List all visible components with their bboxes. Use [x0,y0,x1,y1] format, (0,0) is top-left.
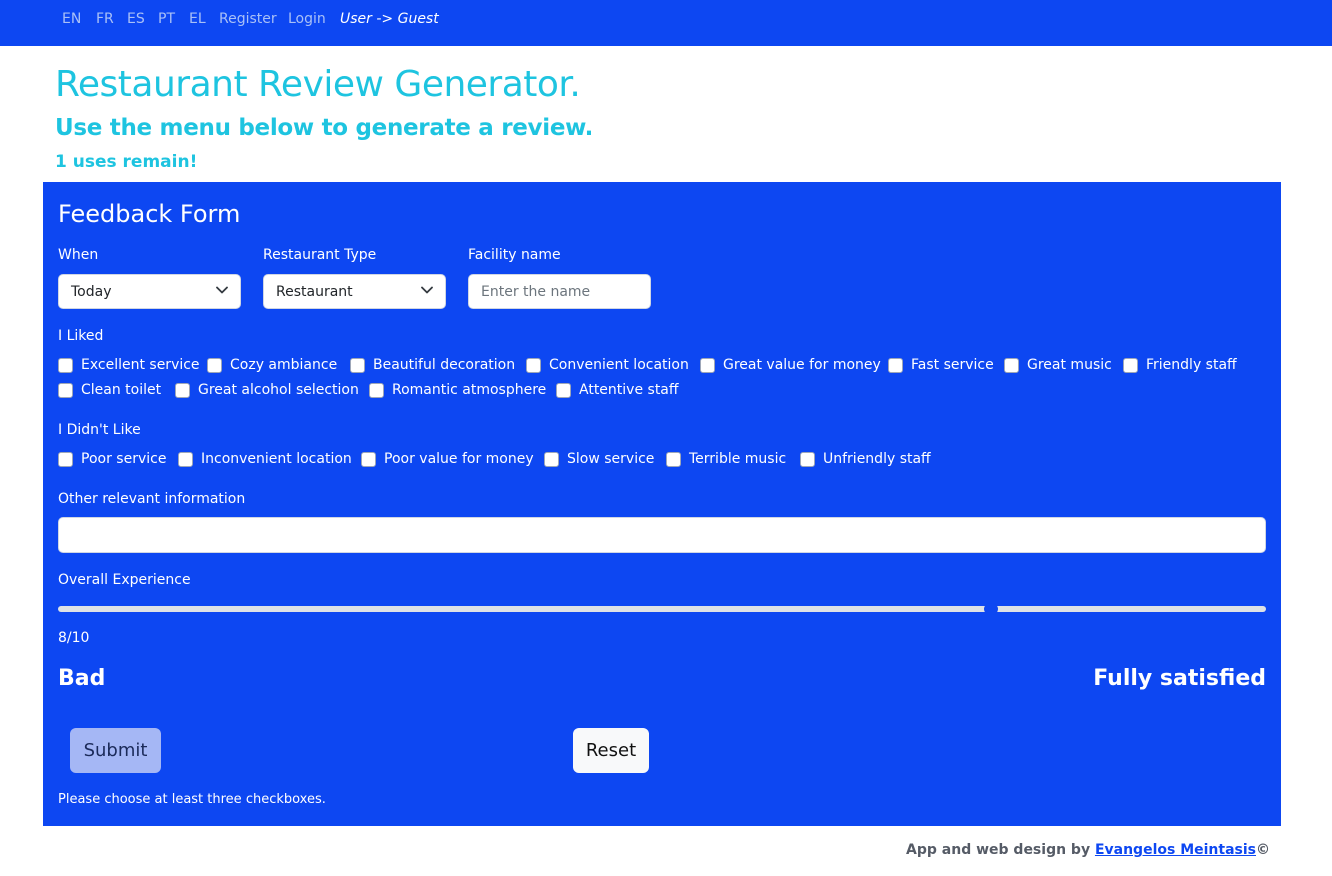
liked-checkbox[interactable]: Great music [1004,356,1112,374]
other-info-label: Other relevant information [58,491,246,507]
checkbox-box[interactable] [361,451,376,467]
overall-experience-label: Overall Experience [58,572,191,588]
restaurant-type-value: Restaurant [276,284,353,300]
liked-checkbox[interactable]: Friendly staff [1123,356,1237,374]
feedback-form: Feedback Form When Restaurant Type Facil… [43,182,1281,826]
nav-lang-en[interactable]: EN [62,11,81,27]
checkbox-label: Convenient location [549,357,689,373]
checkbox-label: Beautiful decoration [373,357,516,373]
nav-user-status: User -> Guest [340,11,439,27]
top-navbar: EN FR ES PT EL Register Login User -> Gu… [0,0,1332,46]
checkbox-box[interactable] [700,357,715,373]
experience-slider-thumb[interactable] [984,603,998,615]
checkbox-box[interactable] [207,357,222,373]
experience-slider-track[interactable] [58,606,1266,612]
form-title: Feedback Form [58,200,241,228]
checkbox-box[interactable] [544,451,559,467]
checkbox-box[interactable] [666,451,681,467]
disliked-checkbox[interactable]: Unfriendly staff [800,450,931,468]
checkbox-box[interactable] [58,357,73,373]
reset-button[interactable]: Reset [573,728,649,773]
checkbox-box[interactable] [350,357,365,373]
disliked-label: I Didn't Like [58,422,141,438]
liked-checkbox[interactable]: Beautiful decoration [350,356,515,374]
checkbox-label: Cozy ambiance [230,357,338,373]
scale-high-label: Fully satisfied [1093,666,1266,691]
uses-remaining: 1 uses remain! [55,152,198,172]
checkbox-box[interactable] [1004,357,1019,373]
facility-name-input[interactable] [468,274,651,309]
submit-button[interactable]: Submit [70,728,161,773]
nav-login-link[interactable]: Login [288,11,326,27]
checkbox-label: Great value for money [723,357,881,373]
restaurant-type-label: Restaurant Type [263,247,377,263]
author-link[interactable]: Evangelos Meintasis [1095,842,1256,858]
liked-checkbox[interactable]: Clean toilet [58,381,161,399]
liked-checkbox[interactable]: Excellent service [58,356,200,374]
disliked-checkbox[interactable]: Poor service [58,450,166,468]
nav-lang-pt[interactable]: PT [158,11,175,27]
chevron-down-icon [216,286,228,294]
checkbox-label: Poor value for money [384,451,534,467]
page-subtitle: Use the menu below to generate a review. [55,115,594,141]
liked-checkbox[interactable]: Great value for money [700,356,881,374]
checkbox-label: Excellent service [81,357,200,373]
chevron-down-icon [421,286,433,294]
footer-credit: App and web design by Evangelos Meintasi… [906,842,1270,858]
nav-lang-fr[interactable]: FR [96,11,114,27]
checkbox-label: Romantic atmosphere [392,382,547,398]
disliked-checkbox[interactable]: Poor value for money [361,450,534,468]
checkbox-box[interactable] [175,382,190,398]
checkbox-box[interactable] [888,357,903,373]
when-label: When [58,247,99,263]
checkbox-box[interactable] [369,382,384,398]
checkbox-label: Slow service [567,451,655,467]
disliked-checkbox[interactable]: Slow service [544,450,654,468]
liked-checkbox[interactable]: Cozy ambiance [207,356,337,374]
checkbox-label: Friendly staff [1146,357,1237,373]
disliked-checkbox[interactable]: Inconvenient location [178,450,352,468]
checkbox-box[interactable] [1123,357,1138,373]
checkbox-label: Poor service [81,451,167,467]
nav-lang-el[interactable]: EL [189,11,206,27]
checkbox-label: Inconvenient location [201,451,352,467]
footer-text: App and web design by [906,842,1095,858]
disliked-checkbox[interactable]: Terrible music [666,450,786,468]
checkbox-box[interactable] [58,382,73,398]
checkbox-box[interactable] [58,451,73,467]
liked-checkbox[interactable]: Fast service [888,356,994,374]
nav-lang-es[interactable]: ES [127,11,145,27]
liked-checkbox[interactable]: Convenient location [526,356,689,374]
facility-name-label: Facility name [468,247,561,263]
checkbox-box[interactable] [178,451,193,467]
form-hint: Please choose at least three checkboxes. [58,792,326,807]
page-title: Restaurant Review Generator. [55,64,581,105]
when-select[interactable]: Today [58,274,241,309]
checkbox-box[interactable] [556,382,571,398]
checkbox-box[interactable] [800,451,815,467]
nav-register-link[interactable]: Register [219,11,277,27]
checkbox-label: Great alcohol selection [198,382,359,398]
experience-slider-value: 8/10 [58,630,90,646]
other-info-input[interactable] [58,517,1266,553]
checkbox-label: Terrible music [689,451,787,467]
liked-checkbox[interactable]: Romantic atmosphere [369,381,546,399]
when-select-value: Today [71,284,112,300]
liked-label: I Liked [58,328,104,344]
checkbox-label: Unfriendly staff [823,451,931,467]
checkbox-box[interactable] [526,357,541,373]
liked-checkbox[interactable]: Great alcohol selection [175,381,359,399]
scale-low-label: Bad [58,666,106,691]
checkbox-label: Fast service [911,357,994,373]
checkbox-label: Great music [1027,357,1112,373]
checkbox-label: Attentive staff [579,382,679,398]
copyright-symbol: © [1256,842,1270,858]
liked-checkbox[interactable]: Attentive staff [556,381,679,399]
restaurant-type-select[interactable]: Restaurant [263,274,446,309]
checkbox-label: Clean toilet [81,382,162,398]
